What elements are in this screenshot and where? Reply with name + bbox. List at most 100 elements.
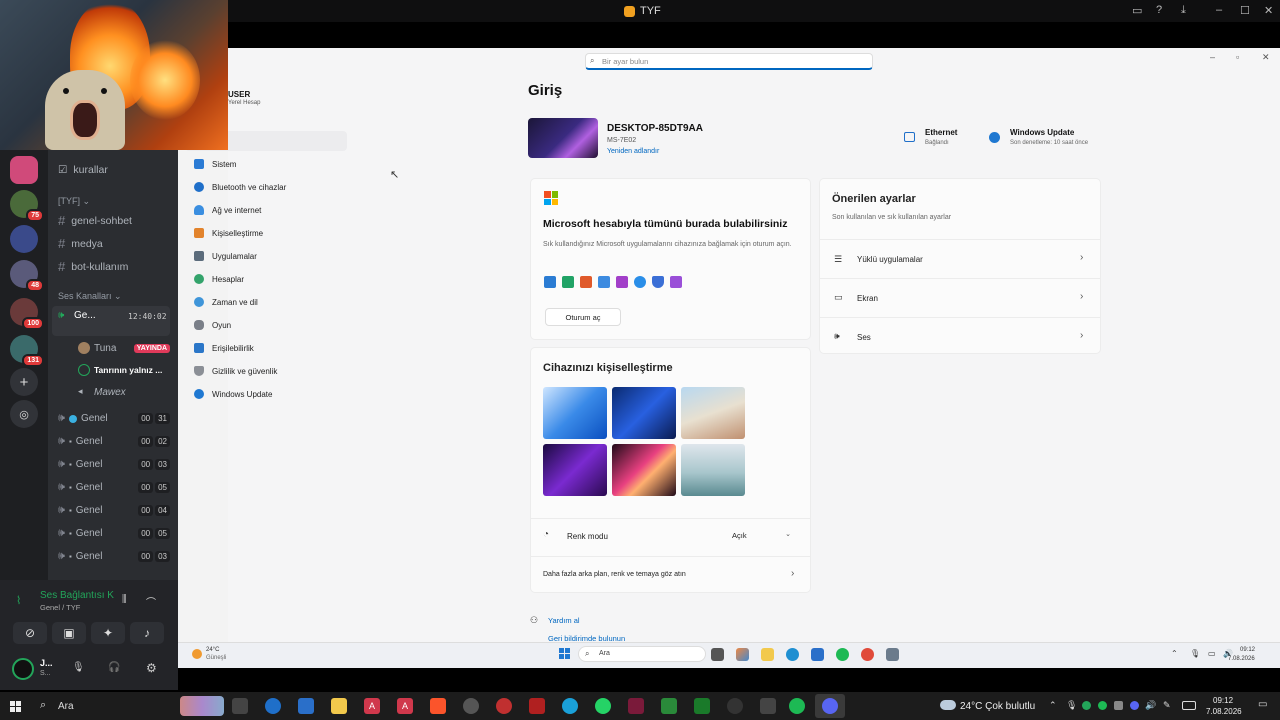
more-themes-row[interactable]: Daha fazla arka plan, renk ve temaya göz… <box>531 556 811 592</box>
help-icon[interactable]: ? <box>1156 4 1162 16</box>
app-sw-icon[interactable] <box>529 698 545 714</box>
keyboard-icon[interactable] <box>1182 701 1196 710</box>
noise-icon[interactable]: ⫼ <box>122 594 127 605</box>
monitor-icon[interactable]: ▭ <box>1132 4 1142 17</box>
tray-app-icon[interactable] <box>1082 701 1091 710</box>
headphones-icon[interactable]: 🎧 <box>108 662 120 673</box>
whatsapp-icon[interactable] <box>595 698 611 714</box>
network-tray-icon[interactable]: ▭ <box>1208 649 1216 658</box>
maximize-icon[interactable]: ☐ <box>1240 4 1250 17</box>
inner-taskbar-search[interactable]: ⌕ Ara <box>578 646 706 662</box>
host-search-label[interactable]: Ara <box>58 701 74 712</box>
host-weather[interactable]: 24°C Çok bulutlu <box>960 701 1035 712</box>
voice-channel-path[interactable]: Genel / TYF <box>40 603 80 612</box>
app-n-icon[interactable] <box>661 698 677 714</box>
voice-channel[interactable]: 🕪 ▪ Genel 00 04 <box>58 504 170 517</box>
voice-channel[interactable]: 🕪 Genel 00 31 <box>58 412 170 425</box>
chevron-up-icon[interactable]: ⌃ <box>1171 649 1178 658</box>
voice-user[interactable]: Tuna YAYINDA <box>78 342 170 354</box>
nav-item-windows-update[interactable]: Windows Update <box>194 389 272 399</box>
inner-clock-time[interactable]: 09:12 <box>1240 647 1255 653</box>
voice-user[interactable]: ◂ Mawex <box>78 386 170 398</box>
host-clock-date[interactable]: 7.08.2026 <box>1206 707 1242 716</box>
windows-start-icon[interactable] <box>10 701 21 712</box>
screen-share-button[interactable]: ▣ <box>52 622 86 644</box>
nav-item-personalization[interactable]: Kişiselleştirme <box>194 228 263 238</box>
nav-item-network[interactable]: Ağ ve internet <box>194 205 261 215</box>
recommended-item-apps[interactable]: ☰ Yüklü uygulamalar › <box>820 239 1100 277</box>
copilot-icon[interactable] <box>736 648 749 661</box>
winupdate-title[interactable]: Windows Update <box>1010 128 1074 137</box>
theme-thumbnail[interactable] <box>681 444 745 496</box>
voice-user[interactable]: Tanrının yalnız ... <box>78 364 170 376</box>
theme-thumbnail[interactable] <box>612 444 676 496</box>
channel-item[interactable]: ☑ kurallar <box>58 164 108 176</box>
theme-thumbnail[interactable] <box>543 387 607 439</box>
microphone-icon[interactable]: 🎙 <box>72 662 85 673</box>
nav-item-privacy[interactable]: Gizlilik ve güvenlik <box>194 366 277 376</box>
nav-item-sistem[interactable]: Sistem <box>194 159 236 169</box>
notification-icon[interactable]: ▭ <box>1258 699 1267 710</box>
app-c-icon[interactable] <box>562 698 578 714</box>
rename-link[interactable]: Yeniden adlandır <box>607 148 659 155</box>
tray-steam-icon[interactable] <box>1114 701 1123 710</box>
sign-in-button[interactable]: Oturum aç <box>545 308 621 326</box>
brave-icon[interactable] <box>430 698 446 714</box>
store-icon[interactable] <box>298 698 314 714</box>
task-view-icon[interactable] <box>711 648 724 661</box>
nav-item-accessibility[interactable]: Erişilebilirlik <box>194 343 254 353</box>
theme-thumbnail[interactable] <box>612 387 676 439</box>
xbox-icon[interactable] <box>694 698 710 714</box>
mic-icon[interactable]: 🎙 <box>1190 649 1200 658</box>
voice-channel[interactable]: 🕪 ▪ Genel 00 05 <box>58 527 170 540</box>
inner-clock-date[interactable]: 7.08.2026 <box>1228 656 1255 662</box>
tray-spotify-icon[interactable] <box>1098 701 1107 710</box>
server-icon[interactable]: 100 <box>10 298 44 330</box>
explore-icon[interactable]: ◎ <box>10 400 38 428</box>
nav-item-apps[interactable]: Uygulamalar <box>194 251 257 261</box>
theme-thumbnail[interactable] <box>681 387 745 439</box>
edge-icon[interactable] <box>265 698 281 714</box>
activities-button[interactable]: ✦ <box>91 622 125 644</box>
store-icon[interactable] <box>811 648 824 661</box>
host-clock-time[interactable]: 09:12 <box>1213 696 1233 705</box>
discord-task-active[interactable] <box>815 694 845 718</box>
close-icon[interactable]: ✕ <box>1264 4 1273 17</box>
color-mode-select[interactable]: Açık ⌄ <box>727 527 795 545</box>
app-misc-icon[interactable] <box>760 698 776 714</box>
nav-item-time[interactable]: Zaman ve dil <box>194 297 258 307</box>
add-server-icon[interactable]: + <box>10 368 38 396</box>
app-v-icon[interactable] <box>628 698 644 714</box>
channel-item[interactable]: # medya <box>58 236 103 251</box>
camera-off-button[interactable]: ⊘ <box>13 622 47 644</box>
opera-icon[interactable] <box>496 698 512 714</box>
channel-item[interactable]: # genel-sohbet <box>58 213 132 228</box>
voice-channel[interactable]: 🕪 ▪ Genel 00 02 <box>58 435 170 448</box>
chevron-up-icon[interactable]: ⌃ <box>1049 700 1057 711</box>
active-voice-channel[interactable]: 🕪 Ge... 12:40:02 <box>52 306 170 336</box>
settings-close-icon[interactable]: ✕ <box>1262 52 1270 63</box>
avatar[interactable] <box>12 658 34 680</box>
windows-start-icon[interactable] <box>559 648 570 659</box>
help-link[interactable]: Yardım al <box>548 616 580 625</box>
voice-channel[interactable]: 🕪 ▪ Genel 00 03 <box>58 550 170 563</box>
download-icon[interactable]: ⤓ <box>1181 4 1186 17</box>
edge-icon[interactable] <box>786 648 799 661</box>
settings-gear-icon[interactable]: ⚙ <box>146 661 157 675</box>
pen-icon[interactable]: ✎ <box>1163 700 1171 711</box>
server-icon[interactable] <box>10 156 38 184</box>
spotify-icon[interactable] <box>836 648 849 661</box>
chrome-icon[interactable] <box>861 648 874 661</box>
volume-icon[interactable]: 🔊 <box>1145 700 1156 711</box>
task-view-icon[interactable] <box>232 698 248 714</box>
app-a2-icon[interactable]: A <box>397 698 413 714</box>
channel-item[interactable]: # bot-kullanım <box>58 259 128 274</box>
mic-icon[interactable]: 🎙 <box>1066 700 1077 711</box>
app-a-icon[interactable]: A <box>364 698 380 714</box>
soundboard-button[interactable]: ♪ <box>130 622 164 644</box>
app-circle-icon[interactable] <box>727 698 743 714</box>
nav-item-bluetooth[interactable]: Bluetooth ve cihazlar <box>194 182 286 192</box>
settings-maximize-icon[interactable]: ▫ <box>1236 52 1239 62</box>
recommended-item-sound[interactable]: 🕪 Ses › <box>820 317 1100 354</box>
voice-channel[interactable]: 🕪 ▪ Genel 00 03 <box>58 458 170 471</box>
